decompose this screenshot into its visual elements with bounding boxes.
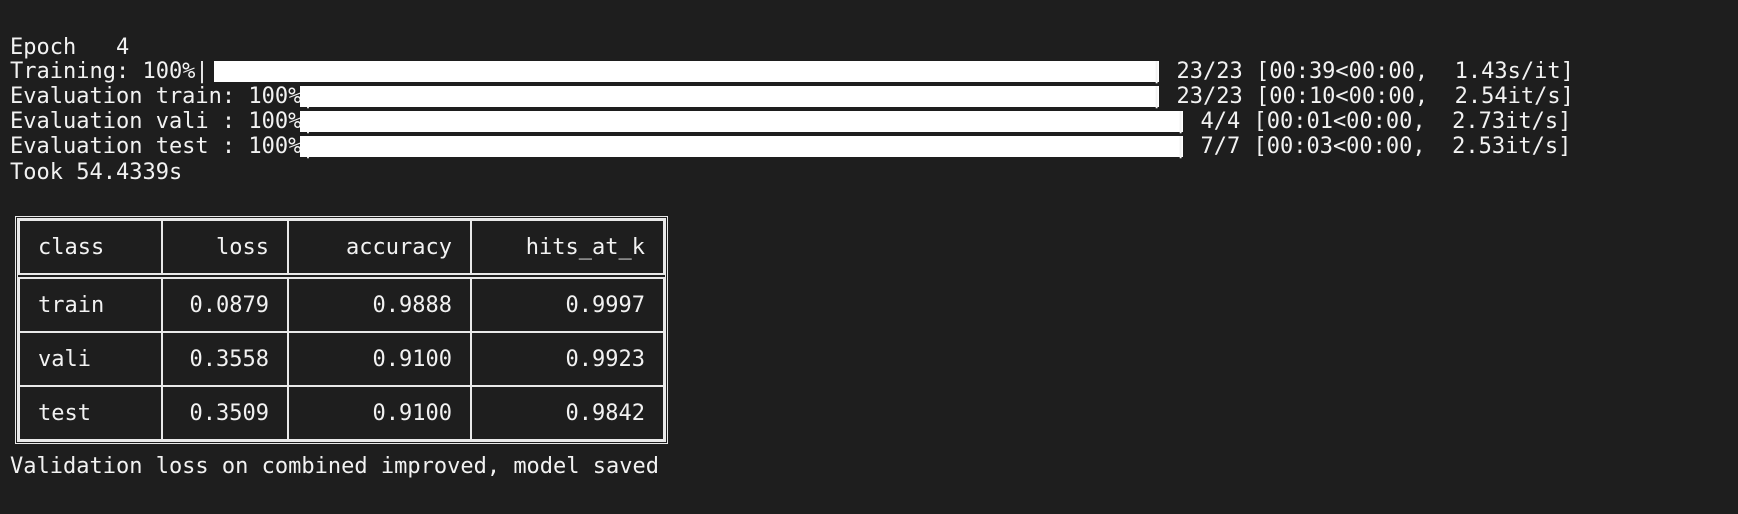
progress-bar-fill [300,86,1159,107]
progress-row-eval-vali: Evaluation vali : 100%| | 4/4 [00:01<00:… [10,108,1730,136]
table-cell: 0.0879 [161,275,289,333]
table-cell: 0.9100 [287,331,472,387]
metrics-table-frame: class loss accuracy hits_at_k train 0.08… [15,216,668,444]
progress-stats: | 7/7 [00:03<00:00, 2.53it/s] [1174,134,1572,159]
column-header-loss: loss [161,219,289,279]
progress-stats: | 23/23 [00:39<00:00, 1.43s/it] [1150,59,1574,84]
table-cell: 0.9888 [287,275,472,333]
progress-bar-fill [214,61,1159,82]
progress-row-eval-test: Evaluation test : 100%| | 7/7 [00:03<00:… [10,133,1730,161]
table-cell: vali [18,331,163,387]
table-cell: test [18,385,163,441]
table-header-row: class loss accuracy hits_at_k [18,219,665,279]
progress-label: Evaluation train: 100%| [10,84,315,109]
column-header-class: class [18,219,163,279]
table-cell: 0.9997 [470,275,665,333]
progress-row-training: Training: 100%| | 23/23 [00:39<00:00, 1.… [10,58,1730,86]
column-header-hits-at-k: hits_at_k [470,219,665,279]
metrics-table: class loss accuracy hits_at_k train 0.08… [18,219,665,441]
table-cell: 0.3509 [161,385,289,441]
took-line: Took 54.4339s [10,160,183,185]
table-cell: 0.9100 [287,385,472,441]
table-row: vali 0.3558 0.9100 0.9923 [18,331,665,387]
terminal-window: Epoch 4 Training: 100%| | 23/23 [00:39<0… [0,0,1738,514]
progress-stats: | 23/23 [00:10<00:00, 2.54it/s] [1150,84,1574,109]
progress-label: Evaluation test : 100%| [10,134,315,159]
table-cell: 0.9842 [470,385,665,441]
table-row: train 0.0879 0.9888 0.9997 [18,275,665,333]
progress-label: Training: 100%| [10,59,209,84]
table-cell: 0.9923 [470,331,665,387]
status-line: Validation loss on combined improved, mo… [10,454,660,479]
progress-label: Evaluation vali : 100%| [10,109,315,134]
table-row: test 0.3509 0.9100 0.9842 [18,385,665,441]
table-cell: train [18,275,163,333]
column-header-accuracy: accuracy [287,219,472,279]
progress-row-eval-train: Evaluation train: 100%| | 23/23 [00:10<0… [10,83,1730,111]
progress-bar-fill [300,111,1183,132]
progress-stats: | 4/4 [00:01<00:00, 2.73it/s] [1174,109,1572,134]
table-cell: 0.3558 [161,331,289,387]
progress-bar-fill [300,136,1183,157]
